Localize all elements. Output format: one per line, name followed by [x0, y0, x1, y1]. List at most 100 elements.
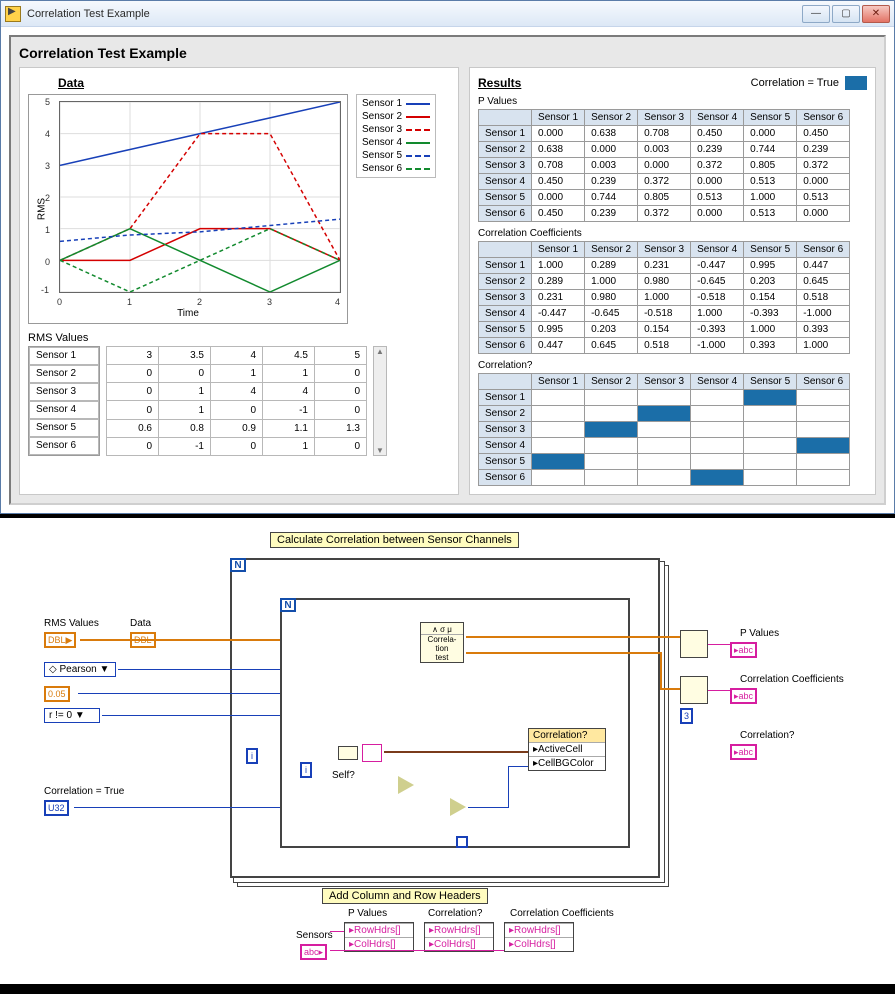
- pvalues-table[interactable]: Sensor 1Sensor 2Sensor 3Sensor 4Sensor 5…: [478, 109, 850, 222]
- data-cell[interactable]: 0.154: [638, 322, 691, 338]
- format-node-2[interactable]: [680, 676, 708, 704]
- data-cell[interactable]: 0.980: [585, 290, 638, 306]
- rms-cell[interactable]: 1: [263, 365, 315, 383]
- data-cell[interactable]: 1.000: [744, 190, 797, 206]
- rms-cell[interactable]: 1: [159, 383, 211, 401]
- data-cell[interactable]: 0.372: [638, 174, 691, 190]
- corr-cell[interactable]: [532, 406, 585, 422]
- pvalues-indicator[interactable]: ▸abc: [730, 642, 757, 658]
- data-cell[interactable]: 0.518: [797, 290, 850, 306]
- data-cell[interactable]: 0.000: [585, 142, 638, 158]
- corr-cell[interactable]: [532, 454, 585, 470]
- data-cell[interactable]: 0.805: [744, 158, 797, 174]
- corr-cell[interactable]: [532, 438, 585, 454]
- data-cell[interactable]: 0.289: [532, 274, 585, 290]
- data-cell[interactable]: 0.231: [638, 258, 691, 274]
- rms-cell[interactable]: 4: [263, 383, 315, 401]
- corr-cell[interactable]: [797, 406, 850, 422]
- corr-cell[interactable]: [797, 390, 850, 406]
- corr-cell[interactable]: [744, 422, 797, 438]
- precision-constant[interactable]: 3: [680, 708, 693, 724]
- corr-cell[interactable]: [638, 422, 691, 438]
- data-cell[interactable]: 0.000: [532, 190, 585, 206]
- rms-cell[interactable]: 0: [159, 365, 211, 383]
- rms-values-table[interactable]: 33.544.550011001440010-100.60.80.91.11.3…: [106, 346, 367, 456]
- corr-cell[interactable]: [691, 406, 744, 422]
- data-cell[interactable]: -0.645: [691, 274, 744, 290]
- data-cell[interactable]: -0.447: [691, 258, 744, 274]
- rms-cell[interactable]: 0: [107, 401, 159, 419]
- data-cell[interactable]: 1.000: [638, 290, 691, 306]
- data-cell[interactable]: 0.708: [532, 158, 585, 174]
- corr-cell[interactable]: [691, 438, 744, 454]
- rms-cell[interactable]: 0: [107, 437, 159, 455]
- rms-cell[interactable]: 0: [315, 401, 367, 419]
- data-cell[interactable]: -0.393: [691, 322, 744, 338]
- rms-cell[interactable]: 0: [315, 365, 367, 383]
- propnode-coeff[interactable]: ▸RowHdrs[] ▸ColHdrs[]: [504, 922, 574, 952]
- data-cell[interactable]: 0.000: [691, 206, 744, 222]
- format-node-1[interactable]: [680, 630, 708, 658]
- data-cell[interactable]: 0.450: [532, 174, 585, 190]
- corr-cell[interactable]: [585, 438, 638, 454]
- data-cell[interactable]: 1.000: [744, 322, 797, 338]
- corr-cell[interactable]: [532, 422, 585, 438]
- coeff-indicator[interactable]: ▸abc: [730, 688, 757, 704]
- corr-cell[interactable]: [691, 470, 744, 486]
- data-cell[interactable]: 1.000: [585, 274, 638, 290]
- corr-cell[interactable]: [797, 454, 850, 470]
- corr-cell[interactable]: [744, 390, 797, 406]
- rms-cell[interactable]: 0: [107, 383, 159, 401]
- data-cell[interactable]: 0.203: [585, 322, 638, 338]
- rms-cell[interactable]: 4: [211, 383, 263, 401]
- maximize-button[interactable]: ▢: [832, 5, 860, 23]
- data-cell[interactable]: 0.450: [797, 126, 850, 142]
- data-cell[interactable]: 0.393: [797, 322, 850, 338]
- corr-cell[interactable]: [638, 470, 691, 486]
- data-cell[interactable]: 0.003: [585, 158, 638, 174]
- data-cell[interactable]: 0.239: [585, 206, 638, 222]
- compare-node-1[interactable]: [398, 776, 414, 794]
- outer-i-terminal[interactable]: i: [246, 748, 258, 764]
- coefficients-table[interactable]: Sensor 1Sensor 2Sensor 3Sensor 4Sensor 5…: [478, 241, 850, 354]
- rms-cell[interactable]: 1.1: [263, 419, 315, 437]
- data-cell[interactable]: 0.645: [797, 274, 850, 290]
- rms-cell[interactable]: 1: [211, 365, 263, 383]
- data-cell[interactable]: 0.000: [797, 174, 850, 190]
- rms-cell[interactable]: 0: [211, 437, 263, 455]
- data-cell[interactable]: 0.995: [744, 258, 797, 274]
- alpha-constant[interactable]: 0.05: [44, 686, 70, 702]
- data-cell[interactable]: 0.372: [691, 158, 744, 174]
- propnode-corr[interactable]: ▸RowHdrs[] ▸ColHdrs[]: [424, 922, 494, 952]
- corr-indicator[interactable]: ▸abc: [730, 744, 757, 760]
- corr-cell[interactable]: [744, 454, 797, 470]
- data-cell[interactable]: 0.744: [585, 190, 638, 206]
- data-cell[interactable]: 0.708: [638, 126, 691, 142]
- data-cell[interactable]: 0.450: [691, 126, 744, 142]
- data-cell[interactable]: 0.393: [744, 338, 797, 354]
- data-cell[interactable]: 0.239: [585, 174, 638, 190]
- data-cell[interactable]: 0.003: [638, 142, 691, 158]
- inner-loop-n-terminal[interactable]: N: [280, 598, 296, 612]
- data-cell[interactable]: 0.372: [797, 158, 850, 174]
- rms-cell[interactable]: 4: [211, 347, 263, 365]
- data-cell[interactable]: 0.638: [532, 142, 585, 158]
- rms-cell[interactable]: 0: [107, 365, 159, 383]
- inner-i-terminal[interactable]: i: [300, 762, 312, 778]
- bundle-node[interactable]: [362, 744, 382, 762]
- data-cell[interactable]: 0.000: [638, 158, 691, 174]
- data-cell[interactable]: 0.805: [638, 190, 691, 206]
- property-cellbgcolor[interactable]: ▸CellBGColor: [529, 756, 605, 770]
- rms-cell[interactable]: 1: [159, 401, 211, 419]
- data-cell[interactable]: 1.000: [532, 258, 585, 274]
- legend-item[interactable]: Sensor 4: [359, 136, 433, 149]
- rms-cell[interactable]: 1.3: [315, 419, 367, 437]
- data-cell[interactable]: -0.393: [744, 306, 797, 322]
- corr-cell[interactable]: [744, 406, 797, 422]
- corr-cell[interactable]: [797, 470, 850, 486]
- data-cell[interactable]: 0.513: [797, 190, 850, 206]
- data-cell[interactable]: 0.447: [532, 338, 585, 354]
- rms-cell[interactable]: 0.9: [211, 419, 263, 437]
- corr-cell[interactable]: [532, 470, 585, 486]
- data-cell[interactable]: 0.518: [638, 338, 691, 354]
